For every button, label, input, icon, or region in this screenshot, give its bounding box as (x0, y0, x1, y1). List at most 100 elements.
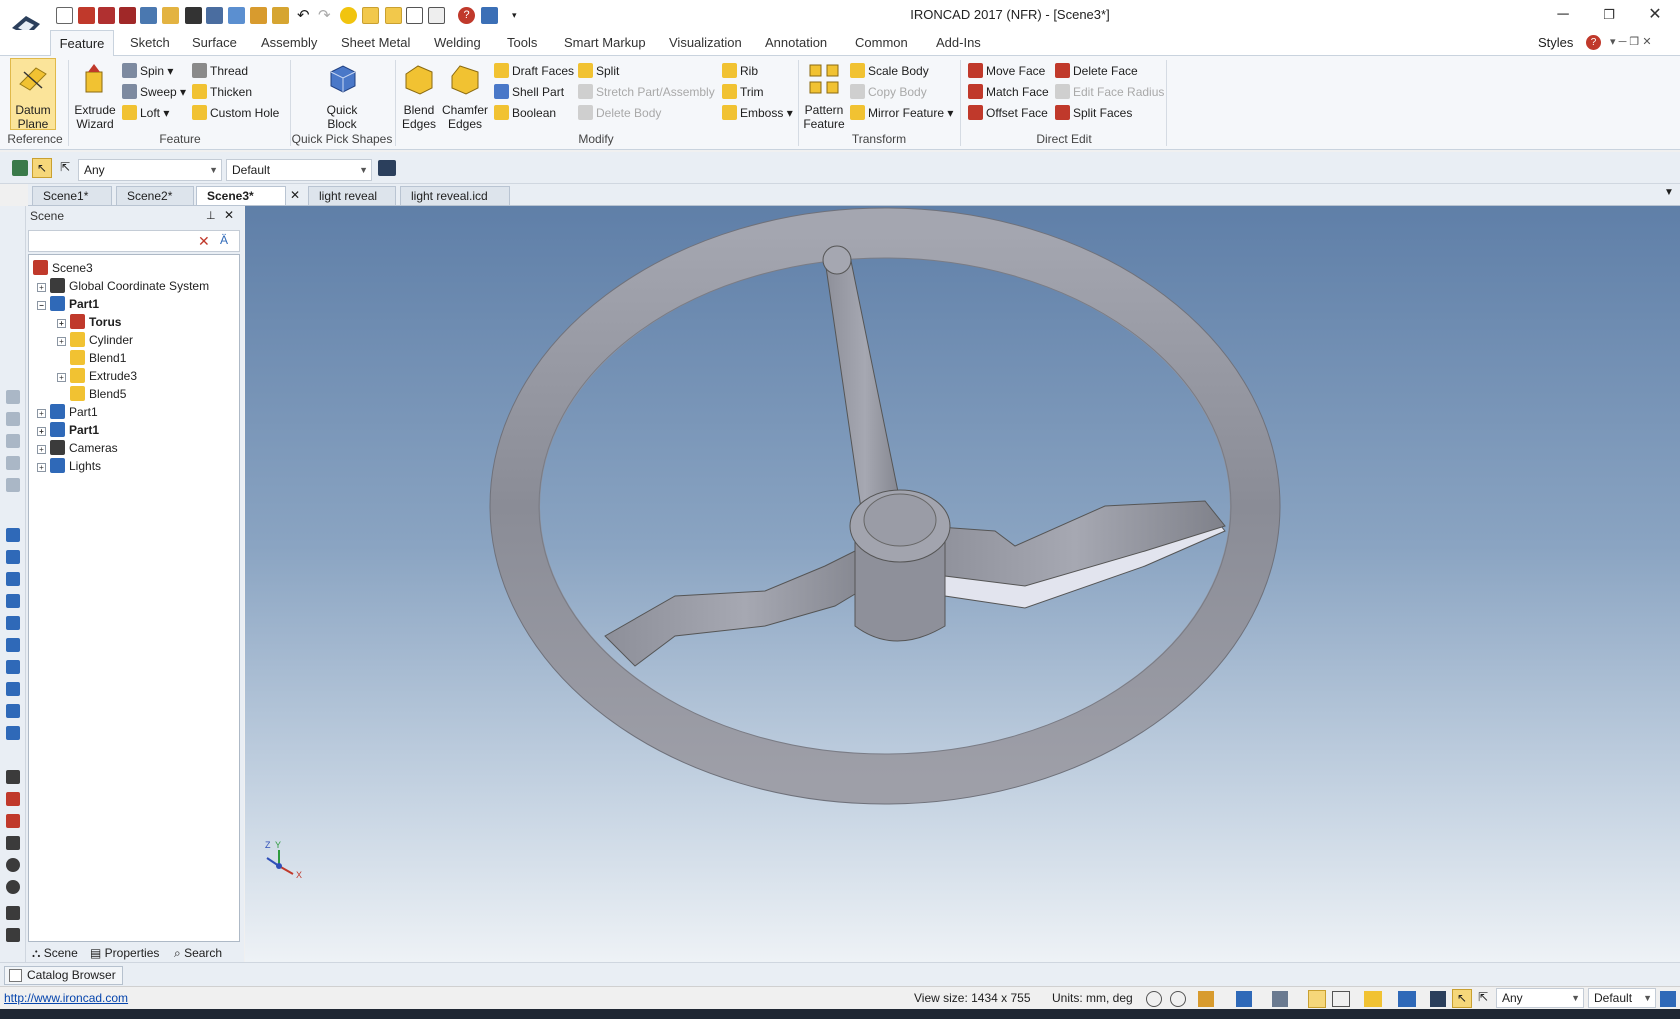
status-filter-combo[interactable]: Any ▼ (1496, 988, 1584, 1008)
expand-icon[interactable]: + (57, 373, 66, 382)
boolean-button[interactable]: Boolean (494, 104, 556, 122)
standard-view-icon[interactable] (6, 528, 20, 542)
tab-add-ins[interactable]: Add-Ins (936, 35, 981, 50)
tab-sheet-metal[interactable]: Sheet Metal (341, 35, 410, 50)
move-face-button[interactable]: Move Face (968, 62, 1045, 80)
panel-tab-scene[interactable]: ⛬ Scene (32, 944, 78, 962)
tree-node-cameras[interactable]: + Cameras (37, 439, 118, 457)
close-panel-icon[interactable]: ✕ (224, 208, 234, 222)
standard-view-icon[interactable] (6, 726, 20, 740)
dimension-icon[interactable] (6, 836, 20, 850)
pin-icon[interactable]: ⊥ (206, 209, 216, 222)
tree-node-part1-c[interactable]: + Part1 (37, 421, 99, 439)
split-faces-button[interactable]: Split Faces (1055, 104, 1132, 122)
tab-assembly[interactable]: Assembly (261, 35, 317, 50)
filter-options-icon[interactable]: Ä (220, 233, 228, 247)
expand-icon[interactable]: + (57, 337, 66, 346)
stretch-button[interactable]: Stretch Part/Assembly (578, 83, 715, 101)
select-filter-icon[interactable]: ⇱ (1478, 990, 1490, 1006)
match-face-button[interactable]: Match Face (968, 83, 1049, 101)
view-icon[interactable] (6, 456, 20, 470)
pattern-feature-button[interactable]: Pattern Feature (800, 62, 848, 131)
standard-view-icon[interactable] (6, 704, 20, 718)
part-view-icon[interactable] (1364, 991, 1382, 1007)
tab-list-icon[interactable]: ▼ (1664, 187, 1674, 198)
expand-icon[interactable]: + (37, 427, 46, 436)
help-icon[interactable]: ? (1586, 35, 1601, 50)
doc-tab-scene3[interactable]: Scene3* (196, 186, 286, 206)
standard-view-icon[interactable] (6, 572, 20, 586)
view-icon[interactable] (6, 390, 20, 404)
draft-faces-button[interactable]: Draft Faces (494, 62, 574, 80)
pointer-icon[interactable]: ↖ (1452, 989, 1472, 1008)
tree-node-blend1[interactable]: Blend1 (70, 349, 126, 367)
sweep-button[interactable]: Sweep ▾ (122, 83, 186, 101)
collapse-icon[interactable]: − (37, 301, 46, 310)
tree-node-scene3[interactable]: Scene3 (33, 259, 93, 277)
sketch-icon[interactable] (6, 906, 20, 920)
selection-icon[interactable] (1430, 991, 1446, 1007)
standard-view-icon[interactable] (6, 616, 20, 630)
catalog-browser-button[interactable]: Catalog Browser (4, 966, 123, 985)
extrude-wizard-button[interactable]: Extrude Wizard (70, 62, 120, 131)
ironcad-website-link[interactable]: http://www.ironcad.com (4, 991, 128, 1005)
clear-filter-icon[interactable]: ✕ (198, 233, 210, 250)
tree-node-blend5[interactable]: Blend5 (70, 385, 126, 403)
doc-tab-light-reveal-icd[interactable]: light reveal.icd (400, 186, 510, 206)
mirror-feature-button[interactable]: Mirror Feature ▾ (850, 104, 953, 122)
thicken-button[interactable]: Thicken (192, 83, 252, 101)
render-mode-icon[interactable] (1198, 991, 1214, 1007)
datum-plane-button[interactable]: Datum Plane (8, 62, 58, 131)
tree-node-cylinder[interactable]: + Cylinder (57, 331, 133, 349)
trim-button[interactable]: Trim (722, 83, 764, 101)
tab-sketch[interactable]: Sketch (130, 35, 170, 50)
expand-icon[interactable]: + (37, 445, 46, 454)
copy-body-button[interactable]: Copy Body (850, 83, 927, 101)
standard-view-icon[interactable] (6, 660, 20, 674)
tree-node-global-coordinate-system[interactable]: + Global Coordinate System (37, 277, 209, 295)
assembly-view-icon[interactable] (1398, 991, 1416, 1007)
close-tab-icon[interactable]: ✕ (290, 188, 300, 202)
offset-face-button[interactable]: Offset Face (968, 104, 1048, 122)
doc-tab-scene1[interactable]: Scene1* (32, 186, 112, 206)
tab-common[interactable]: Common (855, 35, 908, 50)
split-button[interactable]: Split (578, 62, 619, 80)
style-combo[interactable]: Default ▼ (226, 159, 372, 181)
close-button[interactable]: ✕ (1632, 2, 1678, 28)
expand-icon[interactable]: + (57, 319, 66, 328)
pointer-icon[interactable]: ↖ (32, 158, 52, 178)
rotate-icon[interactable] (6, 858, 20, 872)
selection-filter-combo[interactable]: Any ▼ (78, 159, 222, 181)
panel-tab-search[interactable]: ⌕ Search (174, 944, 222, 962)
visibility-icon[interactable] (1332, 991, 1350, 1007)
view-icon[interactable] (6, 478, 20, 492)
loft-button[interactable]: Loft ▾ (122, 104, 169, 122)
hierarchy-icon[interactable] (378, 160, 396, 176)
measure-icon[interactable] (6, 770, 20, 784)
expand-icon[interactable]: + (37, 463, 46, 472)
tree-icon[interactable] (1660, 991, 1676, 1007)
standard-view-icon[interactable] (6, 594, 20, 608)
spin-button[interactable]: Spin ▾ (122, 62, 173, 80)
sketch-icon[interactable] (6, 928, 20, 942)
custom-hole-button[interactable]: Custom Hole (192, 104, 279, 122)
shell-part-button[interactable]: Shell Part (494, 83, 564, 101)
tree-node-part1-b[interactable]: + Part1 (37, 403, 98, 421)
tab-tools[interactable]: Tools (507, 35, 537, 50)
tab-smart-markup[interactable]: Smart Markup (564, 35, 646, 50)
tab-visualization[interactable]: Visualization (669, 35, 742, 50)
emboss-button[interactable]: Emboss ▾ (722, 104, 793, 122)
delete-face-button[interactable]: Delete Face (1055, 62, 1138, 80)
doc-tab-light-reveal[interactable]: light reveal (308, 186, 396, 206)
view-cube-icon[interactable] (1236, 991, 1252, 1007)
blend-edges-button[interactable]: Blend Edges (398, 62, 440, 131)
styles-menu[interactable]: Styles (1538, 35, 1573, 50)
zoom-icon[interactable] (1146, 991, 1162, 1007)
select-tool-icon[interactable] (12, 160, 28, 176)
snap-icon[interactable] (1272, 991, 1288, 1007)
highlight-icon[interactable] (1308, 990, 1326, 1008)
select-filter-icon[interactable]: ⇱ (56, 158, 74, 178)
standard-view-icon[interactable] (6, 682, 20, 696)
tab-feature[interactable]: Feature (50, 30, 114, 57)
tree-node-part1[interactable]: − Part1 (37, 295, 99, 313)
